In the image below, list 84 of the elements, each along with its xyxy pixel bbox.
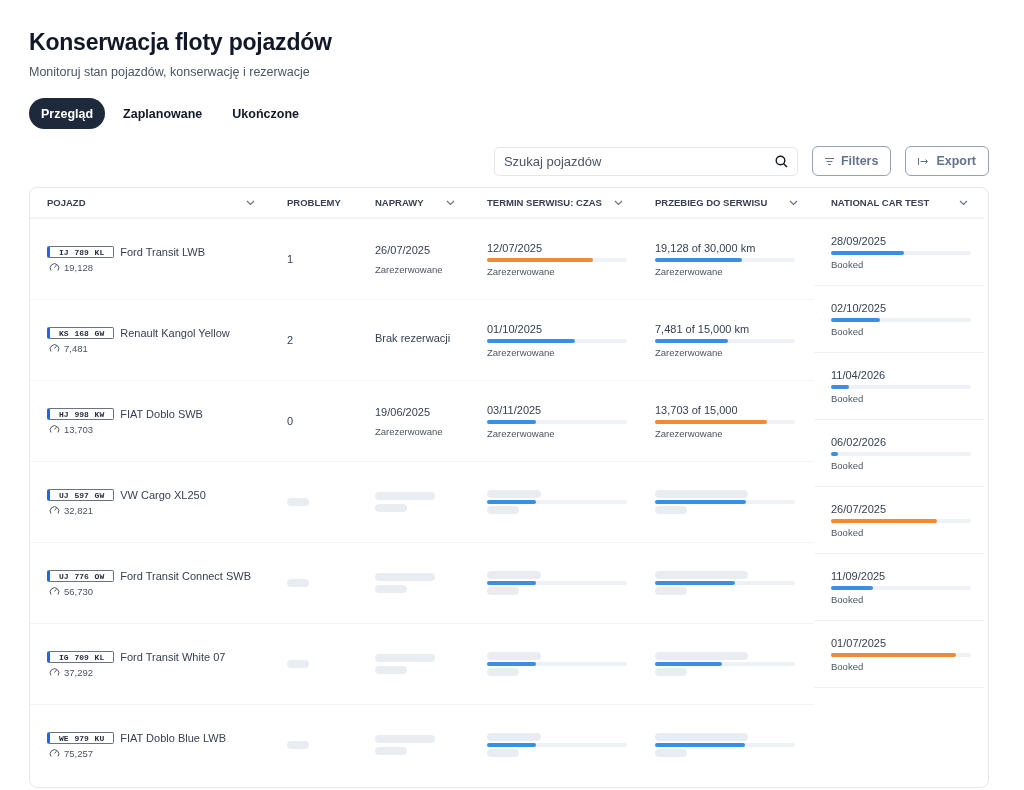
column-header[interactable]: NAPRAWY — [375, 197, 424, 208]
service-date: 03/11/2025 — [487, 403, 542, 416]
column-header[interactable]: NATIONAL CAR TEST — [831, 197, 930, 208]
license-plate: IG 709 KL — [47, 650, 115, 663]
vehicle-name[interactable]: FIAT Doblo Blue LWB — [120, 731, 226, 744]
chevron-down-icon[interactable] — [789, 199, 798, 206]
problem-count: 2 — [287, 334, 294, 346]
column-header[interactable]: PRZEBIEG DO SERWISU — [655, 197, 768, 208]
odometer-reading: 7,481 — [64, 342, 88, 354]
odometer-reading: 37,292 — [64, 666, 94, 678]
speedometer-icon — [49, 424, 60, 434]
test-date: 01/07/2025 — [831, 636, 888, 649]
mileage-reading: 7,481 of 15,000 km — [655, 322, 750, 335]
license-plate: IJ 789 KL — [47, 245, 115, 258]
booking-status: Booked — [831, 593, 865, 605]
booking-status: Booked — [831, 459, 865, 471]
booking-status: Zarezerwowane — [487, 427, 555, 439]
booking-status: Booked — [831, 660, 865, 672]
search-icon[interactable] — [774, 154, 788, 168]
mileage-reading: 13,703 of 15,000 — [655, 403, 738, 416]
repair-date: 19/06/2025 — [375, 405, 431, 418]
repair-status: Zarezerwowane — [375, 425, 443, 437]
speedometer-icon — [49, 586, 60, 596]
speedometer-icon — [49, 748, 60, 758]
vehicle-name[interactable]: Ford Transit LWB — [120, 245, 205, 258]
repair-date: 26/07/2025 — [375, 243, 431, 256]
chevron-down-icon[interactable] — [614, 199, 623, 206]
chevron-down-icon[interactable] — [959, 199, 968, 206]
booking-status: Zarezerwowane — [655, 265, 723, 277]
service-date: 12/07/2025 — [487, 241, 543, 254]
mileage-reading: 19,128 of 30,000 km — [655, 241, 756, 254]
booking-status: Zarezerwowane — [655, 346, 723, 358]
odometer-reading: 32,821 — [64, 504, 94, 516]
odometer-reading: 56,730 — [64, 585, 94, 597]
repair-status: Brak rezerwacji — [375, 332, 451, 344]
booking-status: Zarezerwowane — [655, 427, 723, 439]
export-button[interactable]: Export — [905, 146, 989, 176]
column-header[interactable]: PROBLEMY — [287, 197, 341, 208]
odometer-reading: 75,257 — [64, 747, 94, 759]
filter-button[interactable]: Filters — [811, 146, 892, 176]
problem-count: 0 — [287, 415, 294, 427]
booking-status: Booked — [831, 325, 865, 337]
test-date: 06/02/2026 — [831, 435, 888, 448]
column-header[interactable]: POJAZD — [47, 197, 86, 208]
vehicle-name[interactable]: FIAT Doblo SWB — [120, 407, 203, 420]
speedometer-icon — [49, 262, 60, 272]
tab[interactable]: Zaplanowane — [111, 98, 215, 129]
booking-status: Zarezerwowane — [487, 346, 555, 358]
speedometer-icon — [49, 343, 60, 353]
booking-status: Booked — [831, 258, 865, 270]
test-date: 11/09/2025 — [831, 569, 887, 582]
booking-status: Booked — [831, 526, 865, 538]
page-title: Konserwacja floty pojazdów — [29, 29, 333, 56]
tab[interactable]: Ukończone — [220, 98, 311, 129]
repair-status: Zarezerwowane — [375, 263, 443, 275]
chevron-down-icon[interactable] — [246, 199, 255, 206]
page-subtitle: Monitoruj stan pojazdów, konserwację i rezerwacje — [29, 65, 310, 79]
test-date: 02/10/2025 — [831, 301, 888, 314]
booking-status: Booked — [831, 392, 865, 404]
license-plate: WE 979 KU — [47, 731, 115, 744]
filter-icon — [824, 157, 834, 165]
license-plate: KS 168 GW — [47, 326, 115, 339]
license-plate: UJ 597 GW — [47, 488, 115, 501]
problem-count: 1 — [287, 253, 294, 265]
test-date: 11/04/2026 — [831, 368, 887, 381]
test-date: 26/07/2025 — [831, 502, 888, 515]
vehicle-name[interactable]: Renault Kangol Yellow — [120, 326, 230, 339]
license-plate: UJ 776 OW — [47, 569, 115, 582]
column-header[interactable]: TERMIN SERWISU: CZAS — [487, 197, 602, 208]
service-date: 01/10/2025 — [487, 322, 543, 335]
search-field[interactable]: Szukaj pojazdów — [493, 146, 798, 176]
chevron-down-icon[interactable] — [446, 199, 455, 206]
odometer-reading: 19,128 — [64, 261, 94, 273]
tab[interactable]: Przegląd — [29, 98, 106, 129]
license-plate: HJ 998 KW — [47, 407, 115, 420]
export-icon — [918, 157, 930, 165]
vehicle-name[interactable]: VW Cargo XL250 — [120, 488, 206, 501]
speedometer-icon — [49, 505, 60, 515]
odometer-reading: 13,703 — [64, 423, 94, 435]
vehicle-name[interactable]: Ford Transit White 07 — [120, 650, 226, 663]
test-date: 28/09/2025 — [831, 234, 888, 247]
speedometer-icon — [49, 667, 60, 677]
booking-status: Zarezerwowane — [487, 265, 555, 277]
vehicle-name[interactable]: Ford Transit Connect SWB — [120, 569, 252, 582]
